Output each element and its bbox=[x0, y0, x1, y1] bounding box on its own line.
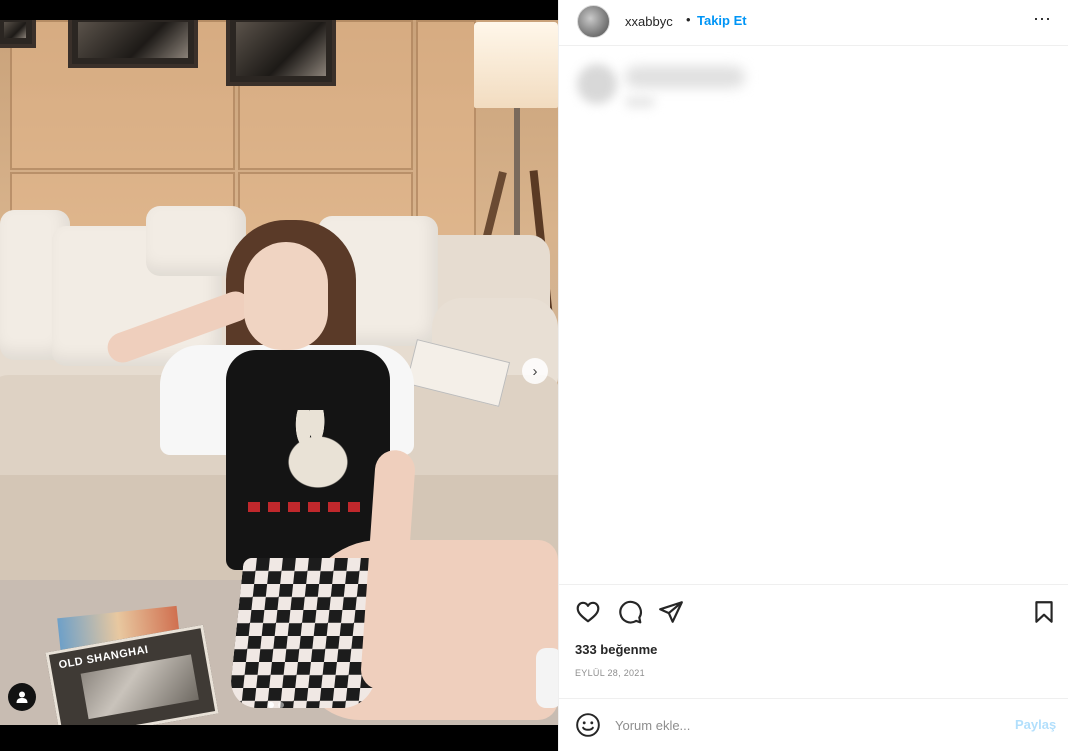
blurred-caption-avatar bbox=[577, 64, 617, 104]
smiley-icon[interactable] bbox=[575, 712, 601, 738]
post-date[interactable]: EYLÜL 28, 2021 bbox=[575, 668, 645, 678]
paper-plane-icon[interactable] bbox=[658, 599, 684, 625]
blurred-caption-meta bbox=[625, 96, 655, 108]
post-comment-button[interactable]: Paylaş bbox=[1015, 717, 1056, 732]
comment-bubble-icon[interactable] bbox=[617, 599, 643, 625]
person-sock bbox=[536, 648, 558, 708]
post-photo: OLD SHANGHAI bbox=[0, 20, 558, 725]
bunny-motif bbox=[282, 410, 354, 490]
wall-frame bbox=[226, 20, 336, 86]
like-count[interactable]: 333 beğenme bbox=[575, 642, 657, 657]
separator-dot: • bbox=[686, 12, 691, 27]
post-actions bbox=[559, 584, 1068, 636]
comment-input[interactable] bbox=[615, 713, 995, 737]
carousel-indicator bbox=[268, 702, 284, 708]
wall-frame bbox=[68, 20, 198, 68]
chevron-right-icon: › bbox=[532, 362, 538, 380]
carousel-dot-active bbox=[268, 702, 274, 708]
blurred-caption-text bbox=[625, 66, 745, 88]
vest-trim bbox=[248, 502, 368, 512]
carousel-next-button[interactable]: › bbox=[522, 358, 548, 384]
heart-icon[interactable] bbox=[575, 599, 601, 625]
user-tag-button[interactable] bbox=[8, 683, 36, 711]
username-link[interactable]: xxabbyc bbox=[625, 14, 673, 29]
user-tag-icon bbox=[16, 691, 28, 703]
post-sidebar: xxabbyc • Takip Et ⋯ 333 beğenme EYLÜL 2… bbox=[558, 0, 1068, 751]
carousel-dot bbox=[278, 702, 284, 708]
more-options-icon[interactable]: ⋯ bbox=[1033, 9, 1052, 30]
avatar[interactable] bbox=[577, 5, 610, 38]
follow-button[interactable]: Takip Et bbox=[697, 13, 747, 28]
wall-frame bbox=[0, 20, 36, 48]
bookmark-icon[interactable] bbox=[1031, 599, 1057, 625]
person-face bbox=[244, 242, 328, 350]
lamp-shade bbox=[474, 22, 558, 108]
post-header: xxabbyc • Takip Et ⋯ bbox=[559, 0, 1068, 46]
comment-composer: Paylaş bbox=[559, 698, 1068, 751]
post-media[interactable]: OLD SHANGHAI › bbox=[0, 0, 558, 751]
